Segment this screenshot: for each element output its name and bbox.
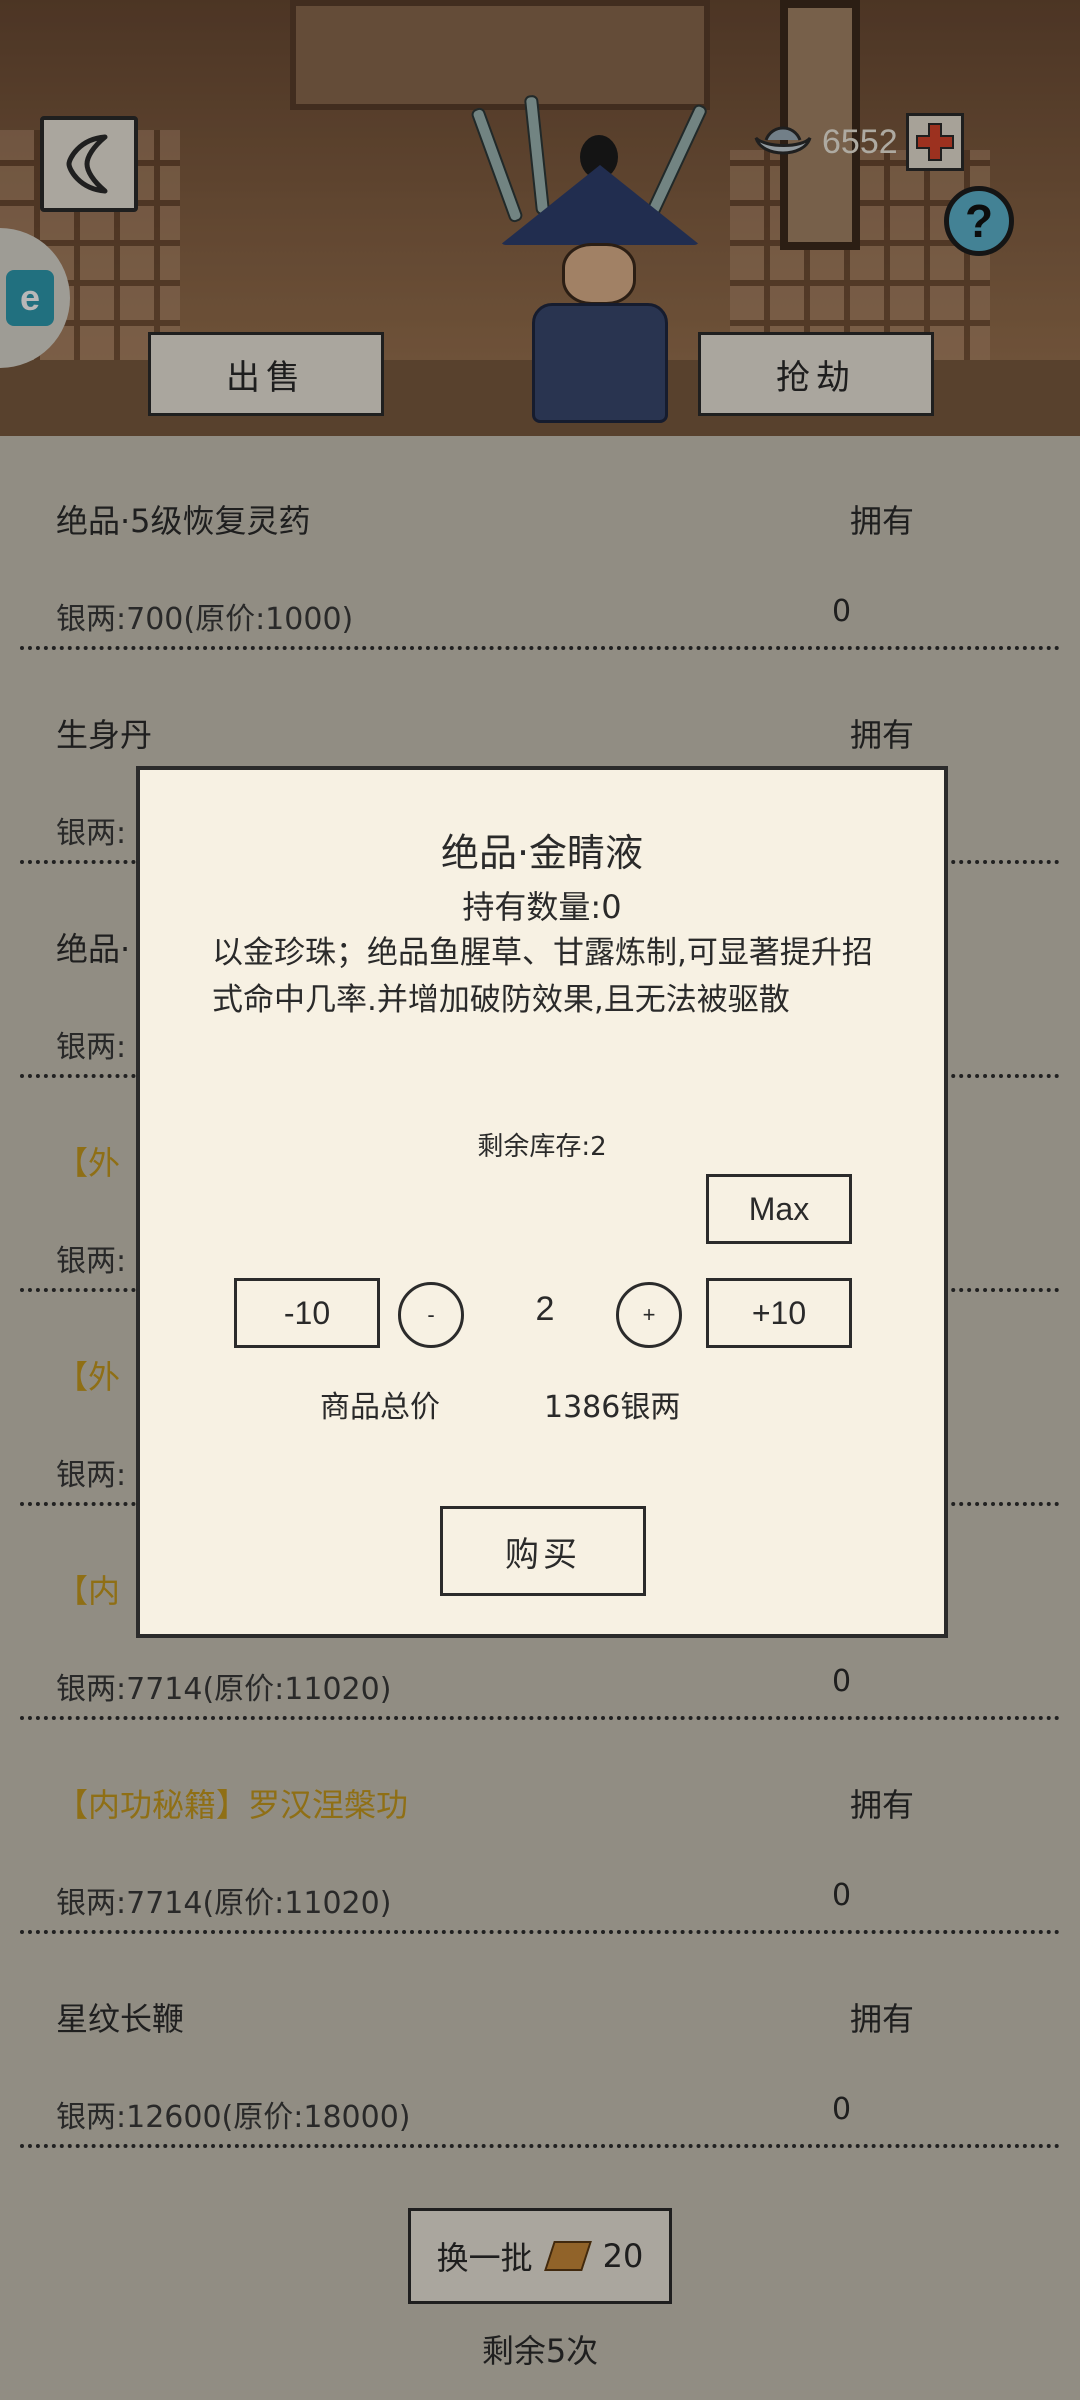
remaining-stock: 剩余库存:2 [477, 1132, 607, 1162]
plus-one-button[interactable]: + [616, 1282, 682, 1348]
minus-ten-button[interactable]: -10 [234, 1278, 380, 1348]
held-quantity: 持有数量:0 [462, 888, 622, 926]
plus-ten-button[interactable]: +10 [706, 1278, 852, 1348]
buy-button[interactable]: 购买 [440, 1506, 646, 1596]
item-description: 以金珍珠；绝品鱼腥草、甘露炼制,可显著提升招式命中几率.并增加破防效果,且无法被… [212, 935, 873, 1018]
max-button[interactable]: Max [706, 1174, 852, 1244]
purchase-dialog: 绝品·金睛液 持有数量:0 以金珍珠；绝品鱼腥草、甘露炼制,可显著提升招式命中几… [136, 766, 948, 1638]
total-price-label: 商品总价 [320, 1390, 440, 1425]
total-price-value: 1386银两 [544, 1390, 681, 1425]
minus-one-button[interactable]: - [398, 1282, 464, 1348]
quantity-value: 2 [535, 1290, 555, 1328]
item-title: 绝品·金睛液 [440, 831, 644, 875]
